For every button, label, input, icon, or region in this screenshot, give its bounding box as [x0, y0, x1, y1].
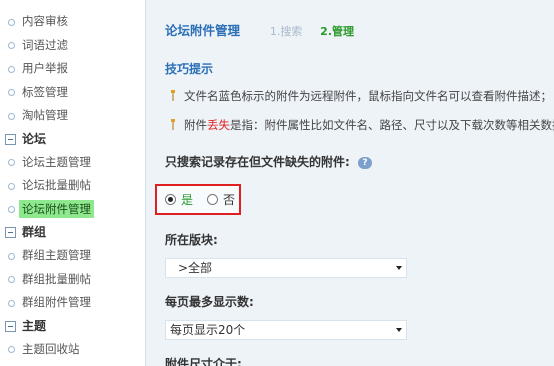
tip-text-highlight: 丢失 — [207, 118, 230, 132]
sidebar-item-label: 用户举报 — [22, 61, 68, 75]
sidebar-item-group-threads[interactable]: 群组主题管理 — [0, 244, 145, 268]
tip-text: 文件名蓝色标示的附件为远程附件，鼠标指向文件名可以查看附件描述； — [184, 89, 552, 103]
bullet-icon — [8, 89, 15, 96]
sidebar-item-label: 论坛主题管理 — [22, 154, 91, 169]
bullet-icon — [8, 299, 15, 307]
sidebar-top-spacer — [0, 0, 145, 10]
step-manage: 2.管理 — [320, 25, 355, 38]
bullet-icon — [8, 206, 15, 213]
sidebar-item-content-review[interactable]: 内容审核 — [0, 10, 145, 34]
radio-no-label[interactable]: 否 — [223, 191, 235, 208]
sidebar-item-label: 群组批量删帖 — [22, 271, 91, 286]
sidebar-item-label: 论坛批量删帖 — [22, 178, 91, 192]
collapse-icon[interactable] — [5, 320, 16, 332]
sidebar-item-forum-batch-delete[interactable]: 论坛批量删帖 — [0, 174, 145, 198]
bullet-icon — [8, 159, 15, 166]
bullet-icon — [8, 65, 15, 73]
bullet-icon — [8, 42, 15, 49]
radio-no[interactable] — [207, 194, 218, 205]
pin-icon — [171, 119, 175, 130]
sidebar-item-label: 内容审核 — [22, 14, 68, 28]
sidebar-group-topics[interactable]: 主题 — [0, 315, 145, 338]
help-icon[interactable]: ? — [358, 156, 372, 169]
collapse-icon[interactable] — [5, 227, 16, 238]
step-search[interactable]: 1.搜索 — [270, 25, 303, 38]
main-panel: 论坛附件管理 1.搜索 2.管理 技巧提示 文件名蓝色标示的附件为远程附件，鼠标… — [146, 0, 554, 366]
sidebar-item-label: 标签管理 — [22, 84, 68, 99]
sidebar: 内容审核 词语过滤 用户举报 标签管理 淘帖管理 论坛 论坛主题管理 论坛批量删… — [0, 0, 146, 366]
forum-select-value: >全部 — [178, 261, 213, 275]
bullet-icon — [8, 252, 15, 260]
page-title: 论坛附件管理 — [165, 23, 241, 38]
sidebar-item-label: 群组主题管理 — [22, 248, 91, 262]
sidebar-item-group-batch-delete[interactable]: 群组批量删帖 — [0, 268, 145, 292]
sidebar-item-forum-threads[interactable]: 论坛主题管理 — [0, 151, 145, 175]
sidebar-item-forum-attachments[interactable]: 论坛附件管理 — [0, 198, 145, 222]
forum-select[interactable]: >全部 — [165, 258, 407, 278]
sidebar-item-word-filter[interactable]: 词语过滤 — [0, 34, 145, 58]
missing-only-label-text: 只搜索记录存在但文件缺失的附件: — [165, 155, 350, 169]
sidebar-item-label: 词语过滤 — [22, 37, 68, 52]
tip-remote-attachments: 文件名蓝色标示的附件为远程附件，鼠标指向文件名可以查看附件描述； — [165, 86, 554, 115]
bullet-icon — [8, 18, 15, 26]
highlight-box: 是 否 — [155, 184, 241, 215]
chevron-down-icon — [396, 328, 402, 332]
sidebar-item-tag-management[interactable]: 标签管理 — [0, 81, 145, 105]
tip-text-prefix: 附件 — [184, 118, 207, 132]
page-header: 论坛附件管理 1.搜索 2.管理 — [165, 0, 554, 58]
sidebar-item-collection-management[interactable]: 淘帖管理 — [0, 104, 145, 128]
sidebar-item-label: 群组附件管理 — [22, 295, 91, 309]
sidebar-item-user-reports[interactable]: 用户举报 — [0, 57, 145, 81]
sidebar-item-label: 论坛附件管理 — [19, 199, 94, 218]
sidebar-group-title: 论坛 — [22, 131, 47, 146]
radio-yes-label[interactable]: 是 — [181, 191, 193, 208]
pin-icon — [171, 90, 175, 101]
radio-yes[interactable] — [165, 194, 176, 205]
missing-only-radio-group: 是 否 — [155, 184, 554, 215]
bullet-icon — [8, 346, 15, 353]
sidebar-group-forum[interactable]: 论坛 — [0, 128, 145, 151]
perpage-select-value: 每页显示20个 — [170, 323, 246, 337]
tips-title: 技巧提示 — [165, 62, 214, 76]
collapse-icon[interactable] — [5, 133, 16, 145]
sidebar-group-title: 群组 — [22, 225, 47, 239]
sidebar-item-group-attachments[interactable]: 群组附件管理 — [0, 291, 145, 315]
bullet-icon — [8, 276, 15, 283]
size-range-label: 附件尺寸介于: — [165, 357, 242, 366]
sidebar-item-label: 主题回收站 — [22, 341, 80, 356]
perpage-label: 每页最多显示数: — [165, 295, 254, 309]
bullet-icon — [8, 182, 15, 190]
forum-label: 所在版块: — [165, 233, 218, 247]
sidebar-item-topic-recycle-bin[interactable]: 主题回收站 — [0, 338, 145, 362]
sidebar-item-label: 淘帖管理 — [22, 108, 68, 122]
sidebar-group-groups[interactable]: 群组 — [0, 221, 145, 244]
bullet-icon — [8, 112, 15, 120]
sidebar-group-title: 主题 — [22, 318, 47, 333]
tip-text-suffix: 是指：附件属性比如文件名、路径、尺寸以及下载次数等相关数据 — [230, 118, 554, 132]
chevron-down-icon — [396, 266, 402, 270]
tip-missing-definition: 附件丢失是指：附件属性比如文件名、路径、尺寸以及下载次数等相关数据 — [165, 115, 554, 144]
missing-only-label: 只搜索记录存在但文件缺失的附件: ? — [165, 152, 554, 172]
perpage-select[interactable]: 每页显示20个 — [165, 320, 407, 340]
